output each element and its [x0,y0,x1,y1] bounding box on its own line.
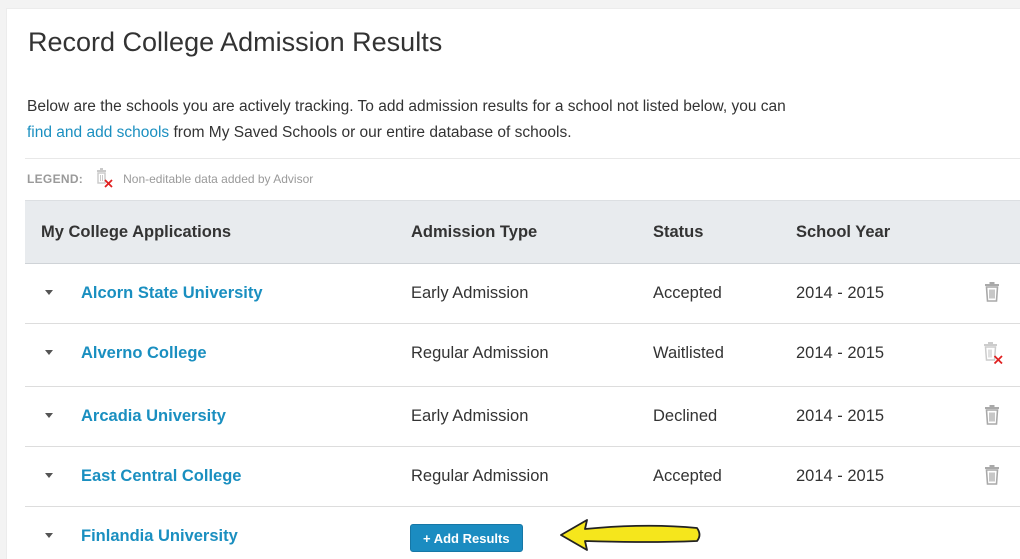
school-year-cell: 2014 - 2015 [796,344,885,362]
column-header-status: Status [653,223,704,241]
legend-label: LEGEND: [27,172,84,186]
non-editable-trash-icon [93,167,115,192]
page-title: Record College Admission Results [28,27,443,57]
intro-text-before: Below are the schools you are actively t… [27,98,786,115]
yellow-arrow-icon [557,515,707,559]
legend: LEGEND: Non-editable data added by Advis… [27,165,313,193]
school-name-link[interactable]: Alcorn State University [81,284,263,303]
status-cell: Waitlisted [653,344,724,362]
school-year-cell: 2014 - 2015 [796,467,885,485]
status-cell: Declined [653,407,718,425]
column-header-applications: My College Applications [41,223,232,241]
trash-icon[interactable] [982,404,1002,431]
admission-type-cell: Regular Admission [411,467,549,485]
school-name-link[interactable]: Arcadia University [81,407,226,426]
column-header-school-year: School Year [796,223,891,241]
school-year-cell: 2014 - 2015 [796,284,885,302]
find-and-add-schools-link[interactable]: find and add schools [27,124,169,141]
status-cell: Accepted [653,284,722,302]
divider [25,158,1020,159]
intro-text-after: from My Saved Schools or our entire data… [169,124,572,141]
school-name-link[interactable]: Alverno College [81,344,207,363]
table-header: My College Applications Admission Type S… [25,200,1020,264]
trash-icon[interactable] [982,464,1002,491]
status-cell: Accepted [653,467,722,485]
expand-caret-icon[interactable] [45,413,53,418]
admission-type-cell: Regular Admission [411,344,549,362]
trash-icon[interactable] [982,281,1002,308]
school-year-cell: 2014 - 2015 [796,407,885,425]
table-row: Alcorn State University Early Admission … [25,264,1020,324]
school-name-link[interactable]: East Central College [81,467,241,486]
expand-caret-icon[interactable] [45,473,53,478]
table-row: East Central College Regular Admission A… [25,447,1020,507]
add-results-button[interactable]: + Add Results [410,524,523,552]
applications-table: My College Applications Admission Type S… [25,200,1020,559]
legend-text: Non-editable data added by Advisor [123,172,314,186]
admission-type-cell: Early Admission [411,284,529,302]
school-name-link[interactable]: Finlandia University [81,527,238,546]
table-row: Arcadia University Early Admission Decli… [25,387,1020,447]
expand-caret-icon[interactable] [45,290,53,295]
admission-type-cell: Early Admission [411,407,529,425]
non-editable-trash-icon [981,340,1005,371]
column-header-admission-type: Admission Type [411,223,538,241]
admission-results-panel: Record College Admission Results Below a… [6,8,1020,559]
table-row: Finlandia University + Add Results [25,507,1020,559]
intro-text: Below are the schools you are actively t… [27,94,987,146]
expand-caret-icon[interactable] [45,350,53,355]
table-row: Alverno College Regular Admission Waitli… [25,324,1020,387]
expand-caret-icon[interactable] [45,533,53,538]
